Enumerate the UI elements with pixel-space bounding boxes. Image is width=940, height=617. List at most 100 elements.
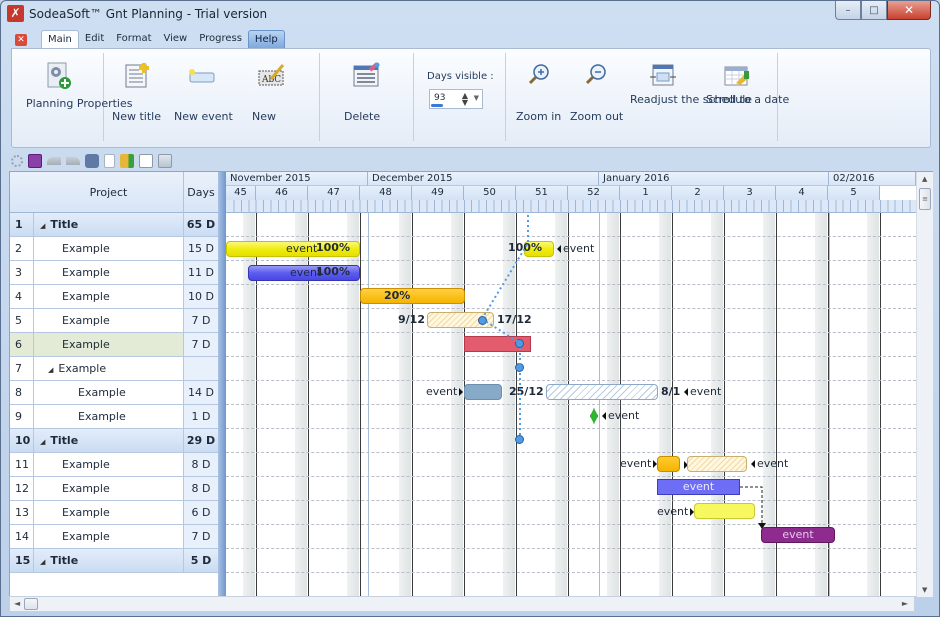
- task-bar[interactable]: [657, 456, 680, 472]
- table-row[interactable]: 12 Example 8 D: [10, 477, 218, 501]
- vertical-scrollbar[interactable]: ▲ ≡ ▼: [916, 172, 933, 597]
- table-row[interactable]: 13 Example 6 D: [10, 501, 218, 525]
- table-row[interactable]: 9 Example 1 D: [10, 405, 218, 429]
- table-row[interactable]: 2 Example 15 D: [10, 237, 218, 261]
- task-name[interactable]: ◢ Title: [34, 429, 184, 452]
- new-document-icon[interactable]: [104, 154, 115, 168]
- week-header: 47: [308, 186, 360, 200]
- ribbon-group-days: [414, 53, 506, 141]
- task-name-text: Example: [62, 266, 110, 279]
- week-header: 4: [776, 186, 829, 200]
- row-number: 7: [10, 357, 34, 380]
- task-name[interactable]: Example: [34, 525, 184, 548]
- planning-properties-icon: [43, 61, 73, 91]
- column-header-days[interactable]: Days: [184, 172, 218, 213]
- tab-edit[interactable]: Edit: [79, 30, 110, 49]
- week-header: 1: [620, 186, 673, 200]
- row-number: 3: [10, 261, 34, 284]
- task-bar[interactable]: event: [761, 527, 835, 543]
- table-row[interactable]: 4 Example 10 D: [10, 285, 218, 309]
- task-name[interactable]: Example: [34, 501, 184, 524]
- expand-toggle-icon[interactable]: ◢: [40, 558, 45, 566]
- gear-icon[interactable]: [11, 155, 23, 167]
- planning-properties-button[interactable]: Planning Properties: [26, 55, 132, 110]
- task-duration: [184, 357, 218, 380]
- table-row[interactable]: 6 Example 7 D: [10, 333, 218, 357]
- task-name-text: Example: [78, 410, 126, 423]
- scroll-up-icon[interactable]: ▲: [922, 175, 927, 183]
- gantt-body: event 100% 100% event event 100% 20% 9/1…: [226, 213, 916, 597]
- scroll-down-icon[interactable]: ▼: [922, 586, 927, 594]
- event-label: event: [657, 505, 695, 518]
- task-name[interactable]: Example: [34, 405, 184, 428]
- task-bar[interactable]: [694, 503, 755, 519]
- table-row[interactable]: 14 Example 7 D: [10, 525, 218, 549]
- row-number: 2: [10, 237, 34, 260]
- week-header: 52: [568, 186, 621, 200]
- task-name[interactable]: ◢ Example: [34, 357, 184, 380]
- task-duration: 6 D: [184, 501, 218, 524]
- task-name[interactable]: Example: [34, 309, 184, 332]
- task-duration: 1 D: [184, 405, 218, 428]
- task-name[interactable]: Example: [34, 333, 184, 356]
- column-header-project[interactable]: Project: [34, 172, 184, 213]
- task-name[interactable]: Example: [34, 237, 184, 260]
- minimize-button[interactable]: –: [835, 1, 861, 20]
- scroll-thumb[interactable]: ≡: [919, 188, 931, 210]
- table-splitter[interactable]: [218, 172, 226, 597]
- export-icon[interactable]: [120, 154, 134, 168]
- table-header: Project Days: [10, 172, 218, 213]
- task-name[interactable]: Example: [34, 381, 184, 404]
- maximize-button[interactable]: □: [861, 1, 887, 20]
- task-duration: 7 D: [184, 309, 218, 332]
- task-name[interactable]: Example: [34, 477, 184, 500]
- table-row-title[interactable]: 15 ◢ Title 5 D: [10, 549, 218, 573]
- expand-toggle-icon[interactable]: ◢: [40, 438, 45, 446]
- close-icon: ✕: [15, 34, 27, 46]
- print-icon[interactable]: [85, 154, 99, 168]
- file-menu-button[interactable]: ✕: [11, 31, 31, 49]
- task-name-text: Example: [62, 530, 110, 543]
- horizontal-scrollbar[interactable]: ◄ ►: [9, 596, 915, 612]
- scroll-left-icon[interactable]: ◄: [14, 599, 20, 608]
- task-bar-planned[interactable]: [687, 456, 747, 472]
- save-icon[interactable]: [28, 154, 42, 168]
- task-duration: 14 D: [184, 381, 218, 404]
- scroll-thumb[interactable]: [24, 598, 38, 610]
- close-button[interactable]: ✕: [887, 1, 931, 20]
- task-name[interactable]: ◢ Title: [34, 213, 184, 236]
- redo-icon[interactable]: [66, 157, 80, 165]
- table-row[interactable]: 7 ◢ Example: [10, 357, 218, 381]
- undo-icon[interactable]: [47, 157, 61, 165]
- print-preview-icon[interactable]: [139, 154, 153, 168]
- task-name[interactable]: Example: [34, 285, 184, 308]
- month-header: January 2016: [599, 172, 829, 186]
- expand-toggle-icon[interactable]: ◢: [48, 366, 53, 374]
- quick-access-toolbar: [11, 153, 172, 169]
- scroll-right-icon[interactable]: ►: [902, 599, 908, 608]
- table-row[interactable]: 11 Example 8 D: [10, 453, 218, 477]
- table-row-title[interactable]: 10 ◢ Title 29 D: [10, 429, 218, 453]
- tab-view[interactable]: View: [158, 30, 194, 49]
- tab-progress[interactable]: Progress: [193, 30, 248, 49]
- table-row-title[interactable]: 1 ◢ Title 65 D: [10, 213, 218, 237]
- expand-toggle-icon[interactable]: ◢: [40, 222, 45, 230]
- week-header: 3: [724, 186, 777, 200]
- email-icon[interactable]: [158, 154, 172, 168]
- table-row[interactable]: 3 Example 11 D: [10, 261, 218, 285]
- tab-format[interactable]: Format: [110, 30, 157, 49]
- ribbon-group-create: [104, 53, 320, 141]
- row-number: 10: [10, 429, 34, 452]
- table-row[interactable]: 5 Example 7 D: [10, 309, 218, 333]
- task-duration: 8 D: [184, 477, 218, 500]
- task-name[interactable]: Example: [34, 261, 184, 284]
- tab-help[interactable]: Help: [247, 30, 285, 49]
- tab-main[interactable]: Main: [41, 30, 79, 49]
- table-row[interactable]: 8 Example 14 D: [10, 381, 218, 405]
- task-duration: 5 D: [190, 554, 212, 567]
- app-window: ✗ SodeaSoft™ Gnt Planning - Trial versio…: [0, 0, 940, 617]
- task-name[interactable]: ◢ Title: [34, 549, 184, 572]
- task-name-text: Example: [58, 362, 107, 375]
- task-bar[interactable]: event: [657, 479, 740, 495]
- task-name[interactable]: Example: [34, 453, 184, 476]
